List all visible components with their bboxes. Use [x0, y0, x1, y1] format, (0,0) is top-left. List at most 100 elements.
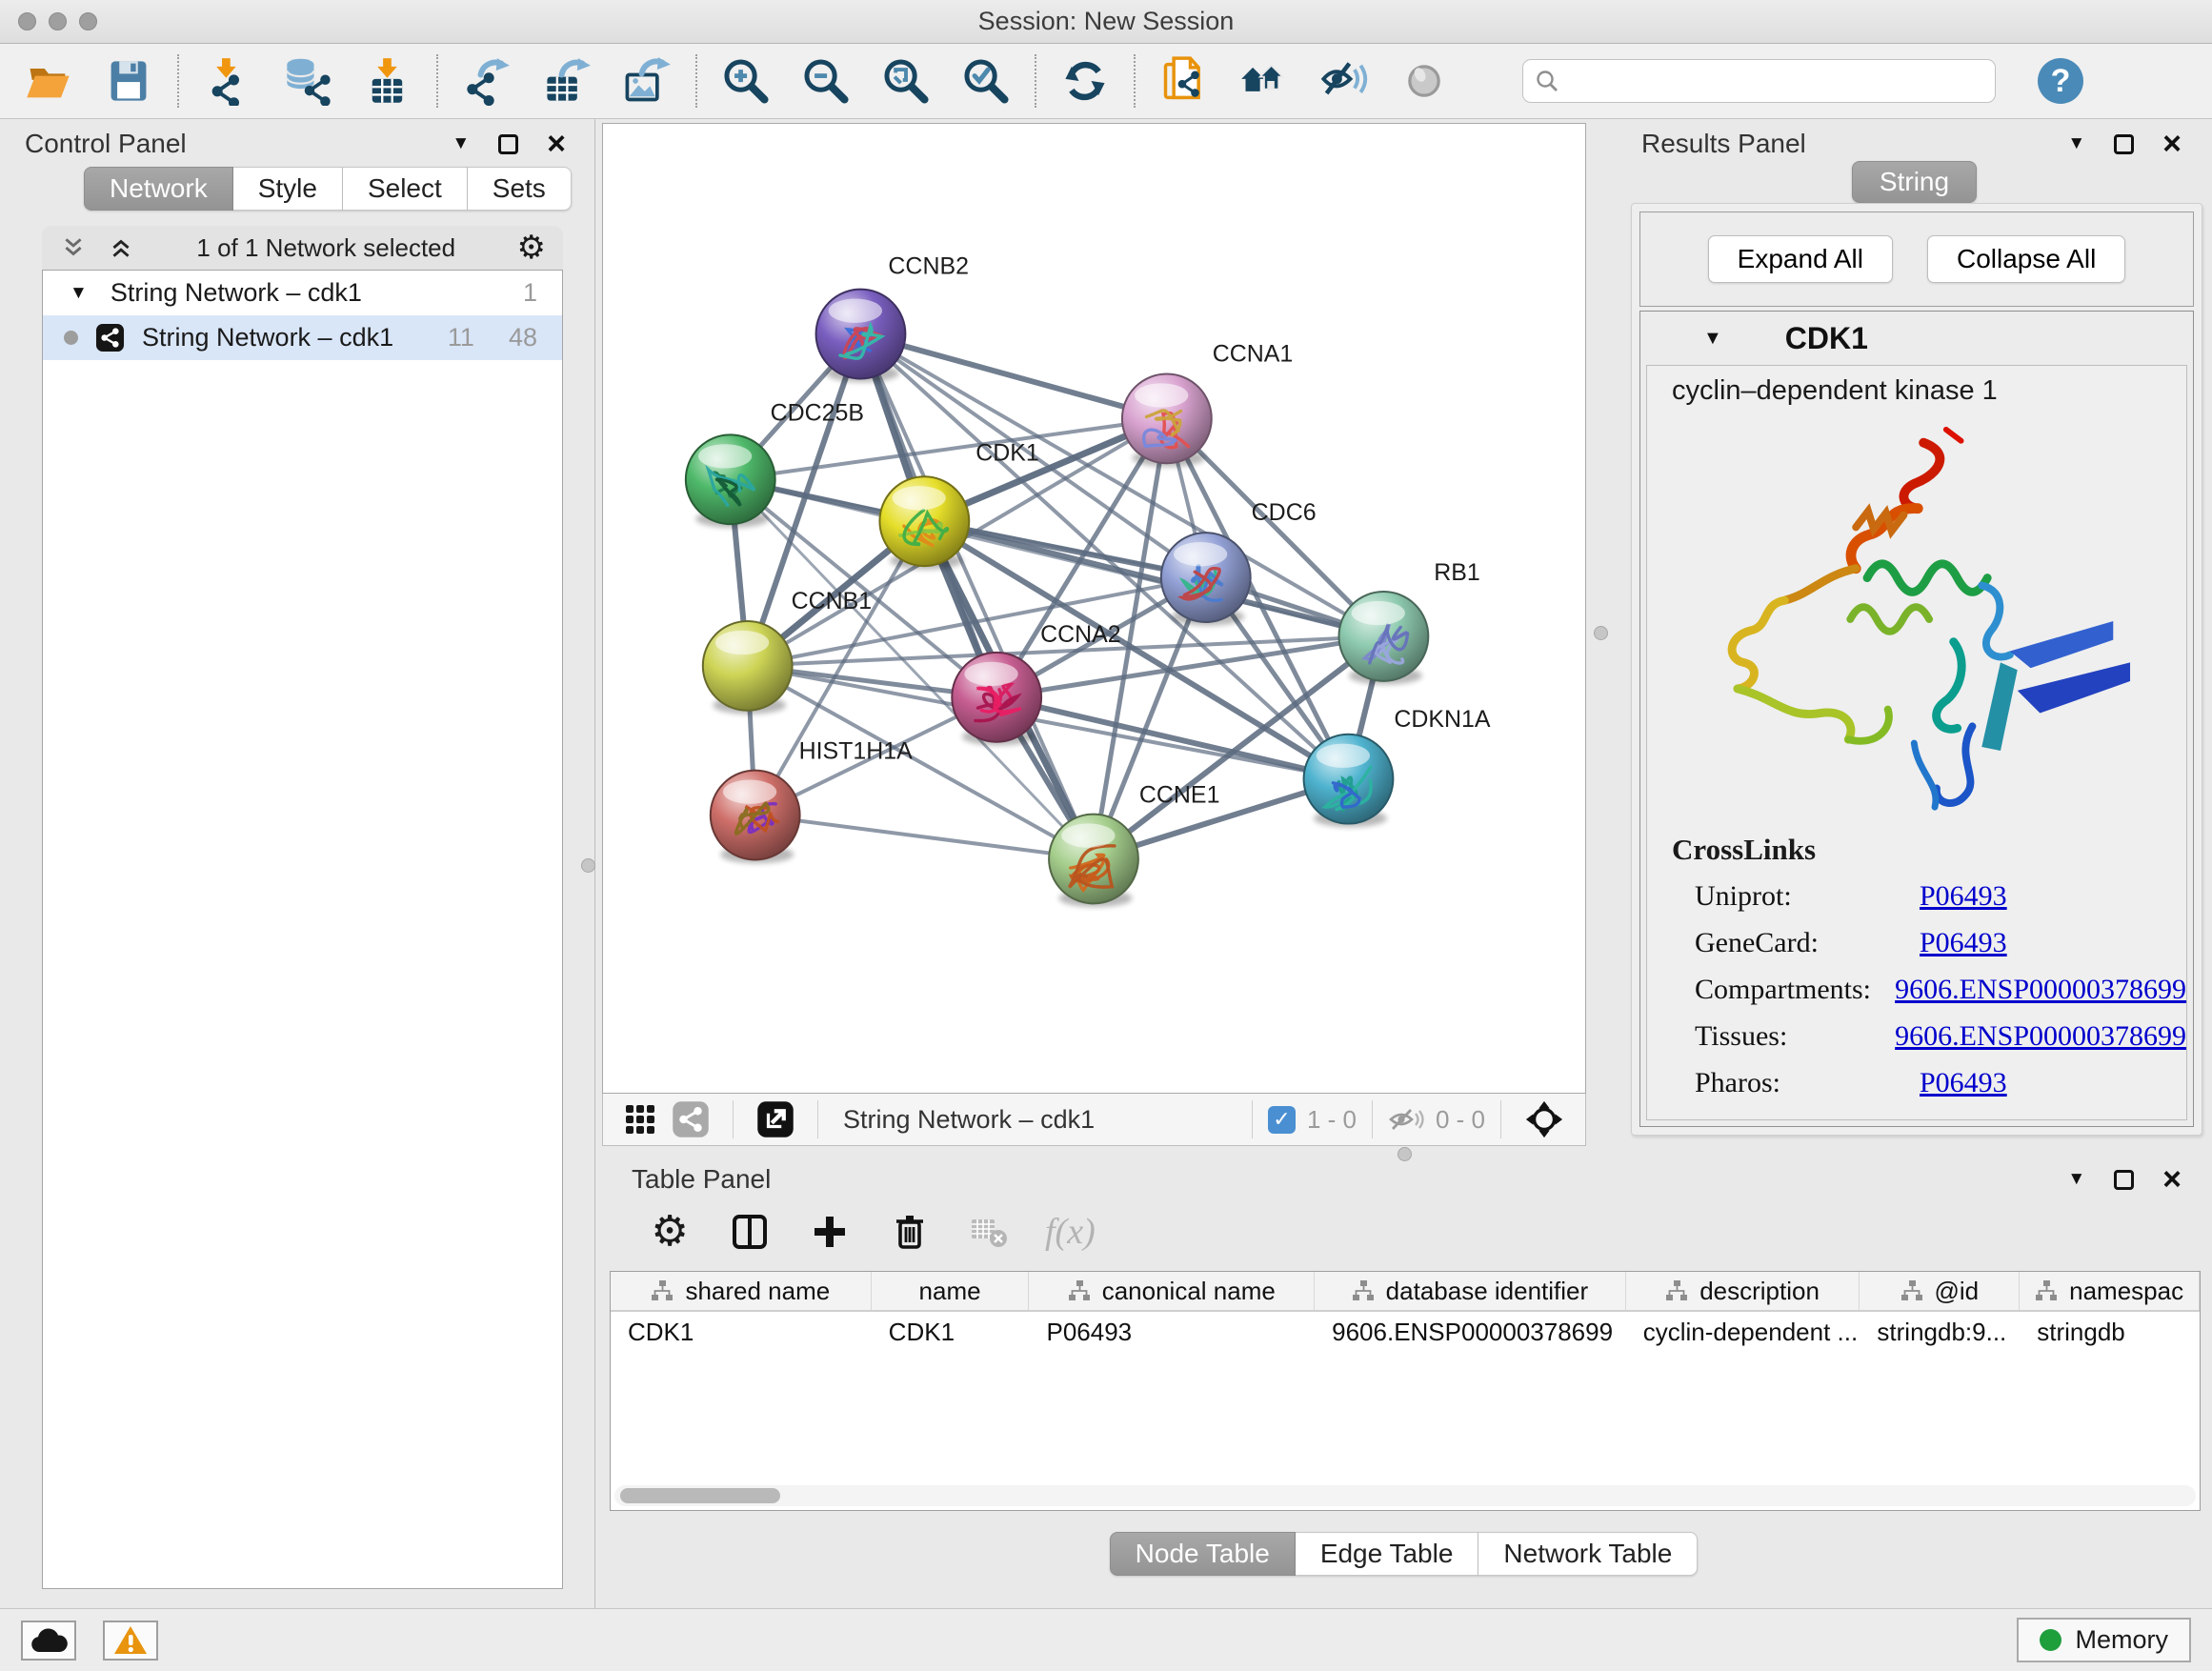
splitter-handle[interactable] [1594, 626, 1608, 640]
show-columns-icon[interactable] [725, 1207, 774, 1257]
scrollbar-thumb[interactable] [620, 1488, 780, 1503]
network-options-gear-icon[interactable]: ⚙ [517, 232, 546, 264]
node-CDC6[interactable] [1161, 533, 1251, 626]
zoom-in-icon[interactable] [718, 53, 774, 109]
search-icon [1535, 69, 1559, 93]
node-CCNA1[interactable] [1122, 373, 1212, 467]
column-header-description[interactable]: description [1626, 1272, 1860, 1310]
tab-edge-table[interactable]: Edge Table [1296, 1532, 1479, 1576]
crosslink-link[interactable]: P06493 [1920, 927, 2007, 959]
close-panel-icon[interactable]: × [2162, 1170, 2182, 1189]
table-row[interactable]: CDK1CDK1P064939606.ENSP00000378699cyclin… [611, 1312, 2200, 1352]
column-header-namespac[interactable]: namespac [2020, 1272, 2200, 1310]
float-panel-icon[interactable] [498, 134, 518, 154]
close-panel-icon[interactable]: × [547, 134, 566, 153]
node-RB1[interactable] [1338, 592, 1428, 685]
column-header-name[interactable]: name [872, 1272, 1030, 1310]
splitter-handle[interactable] [1398, 1147, 1412, 1161]
selected-checkbox-icon[interactable]: ✓ [1268, 1106, 1296, 1134]
crosslink-link[interactable]: 9606.ENSP00000378699 [1895, 974, 2186, 1006]
tab-sets[interactable]: Sets [468, 167, 572, 211]
panel-menu-icon[interactable]: ▼ [2067, 1169, 2085, 1190]
column-header--id[interactable]: @id [1860, 1272, 2020, 1310]
hidden-eye-icon [1388, 1106, 1424, 1133]
network-canvas[interactable]: CCNB2CCNA1CDC25BCDK1CDC6RB1CCNB1CCNA2CDK… [602, 123, 1586, 1094]
collapse-all-icon[interactable] [59, 233, 88, 262]
help-button[interactable]: ? [2038, 58, 2083, 104]
node-CCNE1[interactable] [1049, 815, 1138, 908]
float-panel-icon[interactable] [2114, 134, 2134, 154]
birds-eye-view-icon[interactable] [1517, 1099, 1572, 1139]
network-share-icon[interactable] [664, 1100, 717, 1138]
warnings-button[interactable] [103, 1621, 158, 1661]
import-table-icon[interactable] [360, 53, 415, 109]
cloud-status-button[interactable] [21, 1621, 76, 1661]
table-cell[interactable]: P06493 [1029, 1312, 1315, 1352]
column-header-canonical-name[interactable]: canonical name [1029, 1272, 1315, 1310]
expand-all-icon[interactable] [107, 233, 135, 262]
hide-toggle-icon[interactable] [1317, 53, 1372, 109]
tab-node-table[interactable]: Node Table [1110, 1532, 1296, 1576]
export-image-icon[interactable] [619, 53, 674, 109]
node-CDKN1A[interactable] [1304, 735, 1394, 828]
column-header-shared-name[interactable]: shared name [611, 1272, 872, 1310]
save-session-icon[interactable] [101, 53, 156, 109]
table-cell[interactable]: cyclin-dependent ... [1626, 1312, 1860, 1352]
edge-HIST1H1A-CCNE1 [755, 815, 1094, 859]
import-network-icon[interactable] [200, 53, 255, 109]
expand-all-button[interactable]: Expand All [1708, 235, 1893, 283]
tab-style[interactable]: Style [233, 167, 343, 211]
tab-network[interactable]: Network [84, 167, 233, 211]
node-CCNA2[interactable] [952, 653, 1041, 746]
export-table-icon[interactable] [539, 53, 594, 109]
network-collection-row[interactable]: ▼ String Network – cdk1 1 [43, 271, 562, 315]
panel-menu-icon[interactable]: ▼ [452, 133, 470, 154]
documents-share-icon[interactable] [1156, 53, 1212, 109]
export-network-icon[interactable] [459, 53, 514, 109]
search-input[interactable] [1569, 68, 1983, 95]
import-database-icon[interactable] [280, 53, 335, 109]
crosslink-link[interactable]: P06493 [1920, 880, 2007, 913]
table-options-gear-icon[interactable]: ⚙ [645, 1207, 694, 1257]
table-cell[interactable]: stringdb [2020, 1312, 2200, 1352]
network-row-selected[interactable]: String Network – cdk1 11 48 [43, 315, 562, 360]
crosslink-link[interactable]: P06493 [1920, 1067, 2007, 1099]
table-horizontal-scrollbar[interactable] [614, 1485, 2196, 1506]
delete-column-icon[interactable] [885, 1207, 935, 1257]
vertical-splitter[interactable] [1586, 119, 1617, 1147]
zoom-selected-icon[interactable] [958, 53, 1014, 109]
open-session-icon[interactable] [21, 53, 76, 109]
refresh-icon[interactable] [1057, 53, 1113, 109]
zoom-out-icon[interactable] [798, 53, 854, 109]
tab-string[interactable]: String [1852, 161, 1977, 203]
collection-expand-arrow-icon[interactable]: ▼ [70, 283, 88, 304]
panel-menu-icon[interactable]: ▼ [2067, 133, 2085, 154]
table-cell[interactable]: stringdb:9... [1860, 1312, 2020, 1352]
node-CDK1[interactable] [879, 476, 969, 570]
network-graph[interactable]: CCNB2CCNA1CDC25BCDK1CDC6RB1CCNB1CCNA2CDK… [603, 124, 1585, 1093]
section-collapse-arrow-icon[interactable]: ▼ [1703, 328, 1722, 350]
open-in-browser-icon[interactable] [749, 1100, 802, 1138]
search-field[interactable] [1522, 59, 1996, 103]
node-CDC25B[interactable] [686, 434, 775, 528]
network-homes-icon[interactable] [1237, 53, 1292, 109]
horizontal-splitter[interactable] [595, 1147, 2212, 1160]
node-section-header[interactable]: ▼ CDK1 [1640, 312, 2193, 365]
collapse-all-button[interactable]: Collapse All [1927, 235, 2125, 283]
splitter-handle[interactable] [581, 858, 595, 873]
node-CCNB1[interactable] [703, 621, 793, 715]
tab-network-table[interactable]: Network Table [1478, 1532, 1698, 1576]
tab-select[interactable]: Select [343, 167, 468, 211]
crosslink-link[interactable]: 9606.ENSP00000378699 [1895, 1020, 2186, 1053]
grid-view-icon[interactable] [616, 1103, 664, 1136]
column-header-database-identifier[interactable]: database identifier [1315, 1272, 1626, 1310]
table-cell[interactable]: CDK1 [611, 1312, 872, 1352]
zoom-fit-icon[interactable] [878, 53, 934, 109]
memory-button[interactable]: Memory [2017, 1618, 2191, 1662]
node-HIST1H1A[interactable] [711, 771, 800, 864]
table-cell[interactable]: CDK1 [872, 1312, 1030, 1352]
table-cell[interactable]: 9606.ENSP00000378699 [1315, 1312, 1626, 1352]
create-column-icon[interactable] [805, 1207, 855, 1257]
close-panel-icon[interactable]: × [2162, 134, 2182, 153]
float-panel-icon[interactable] [2114, 1170, 2134, 1190]
